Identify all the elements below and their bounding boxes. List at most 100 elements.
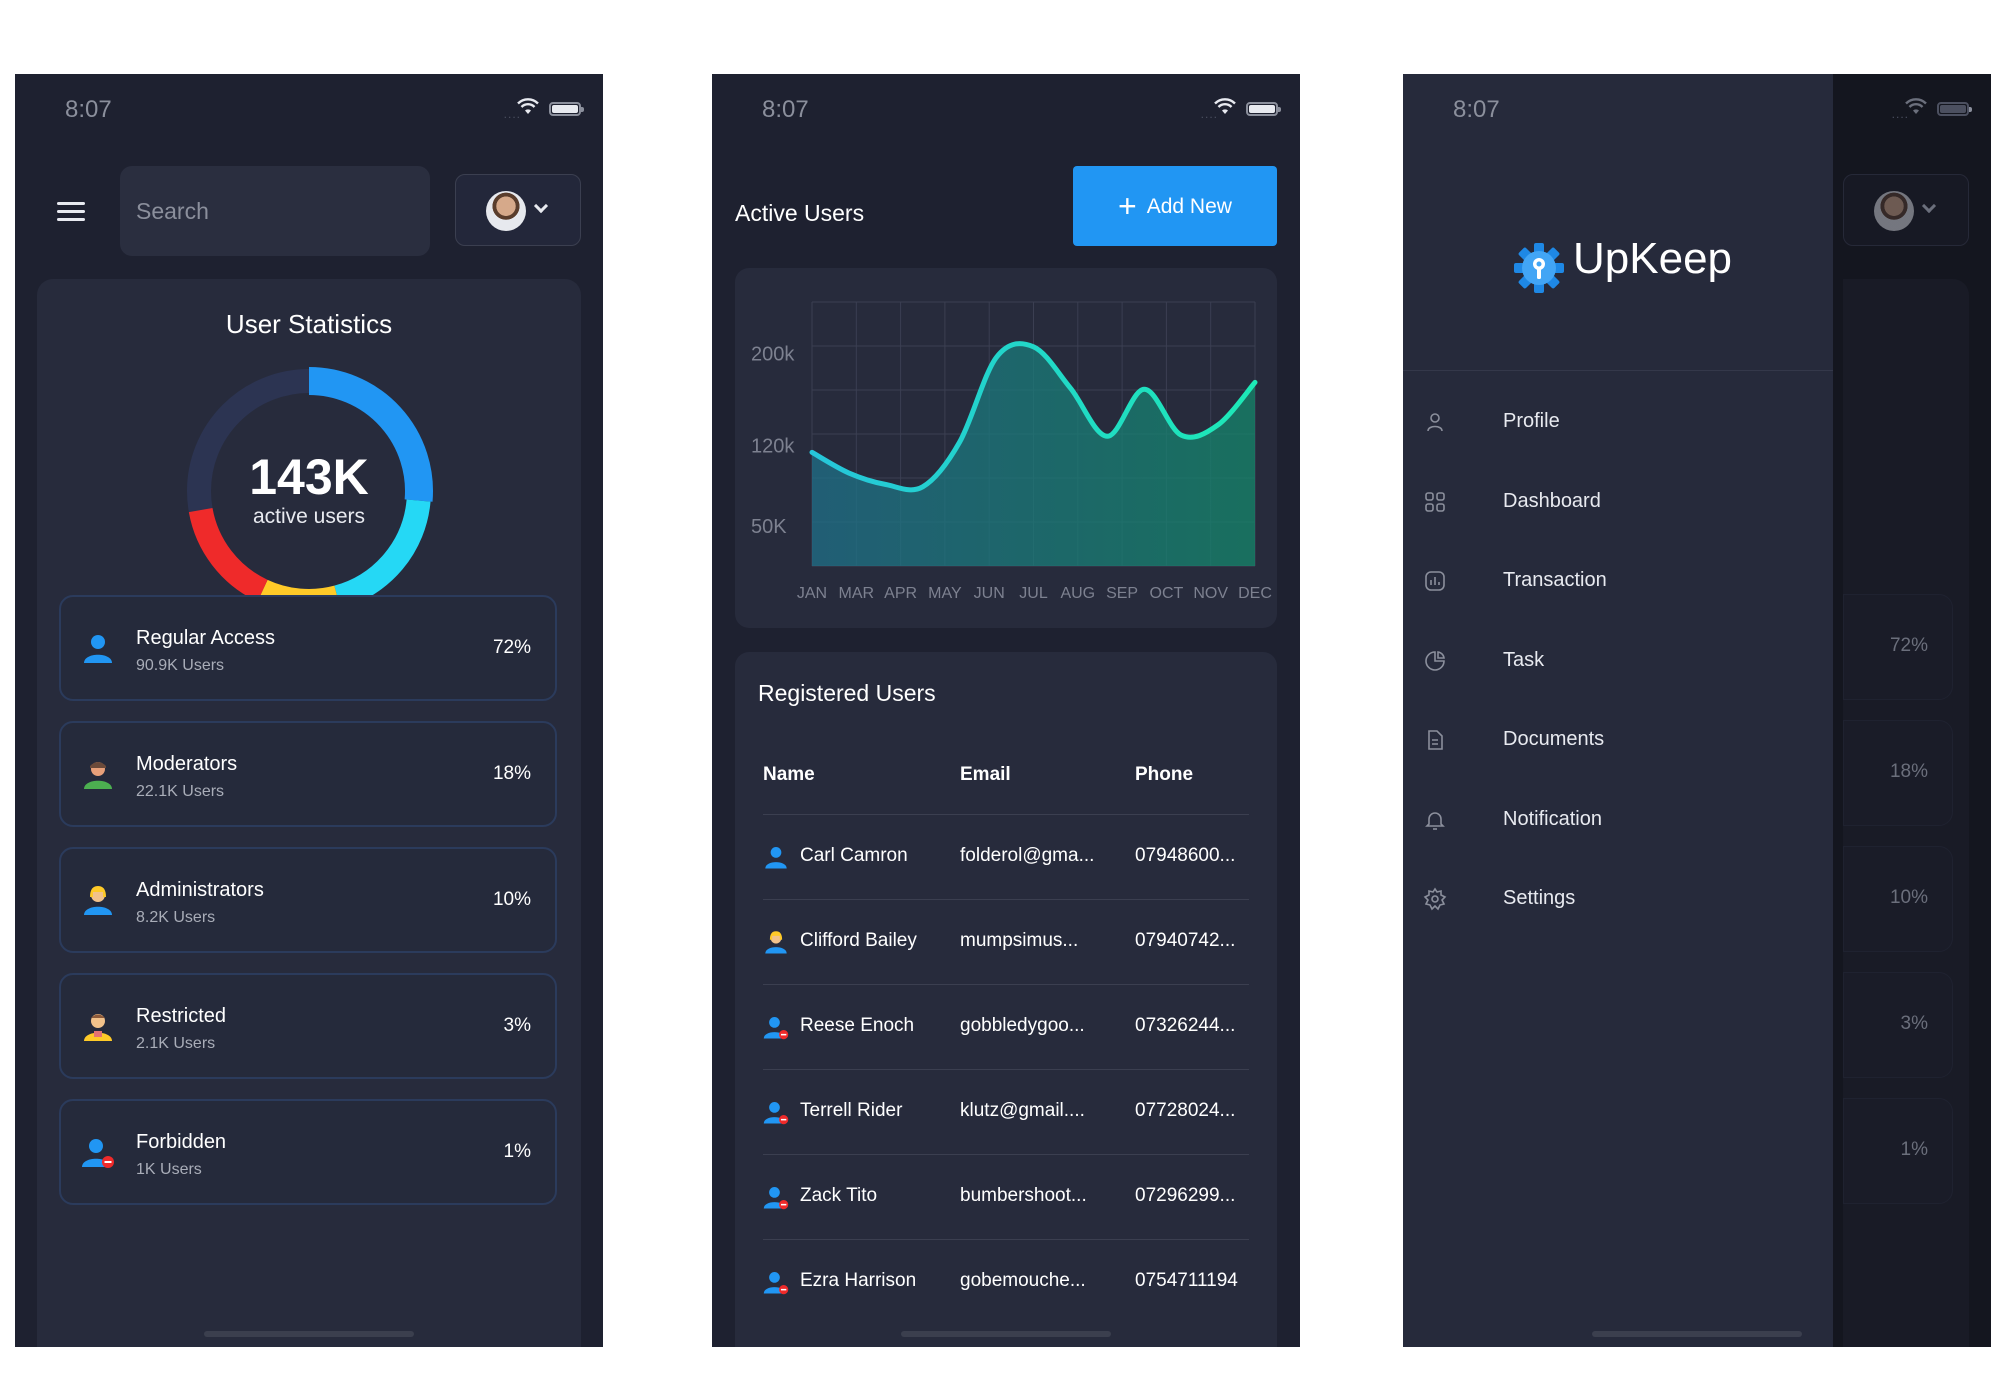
- battery-icon: [549, 102, 584, 116]
- chevron-down-icon: [1921, 198, 1937, 214]
- table-row[interactable]: Clifford Bailey mumpsimus... 07940742...: [763, 899, 1249, 984]
- dimmed-role-card: 1%: [1843, 1098, 1953, 1204]
- card-title: User Statistics: [225, 309, 393, 339]
- user-email: gobbledygoo...: [960, 1015, 1085, 1036]
- x-tick-label: AUG: [1060, 585, 1095, 602]
- role-card[interactable]: Administrators 8.2K Users 10%: [59, 847, 557, 953]
- nav-item-notification[interactable]: Notification: [1403, 794, 1833, 854]
- dimmed-role-percentage: 18%: [1889, 761, 1928, 782]
- x-tick-label: JAN: [797, 585, 827, 602]
- navigation-drawer: UpKeep Profile Dashboard Transaction Task Do…: [1403, 74, 1833, 1347]
- nav-item-dashboard[interactable]: Dashboard: [1403, 476, 1833, 536]
- dashboard-icon: [1423, 490, 1447, 514]
- nav-item-settings[interactable]: Settings: [1403, 873, 1833, 933]
- role-card[interactable]: Moderators 22.1K Users 18%: [59, 721, 557, 827]
- screen-navigation-drawer: 72% 18% 10% 3% 1% UpKeep Profile Dashboard Tra…: [1403, 74, 1991, 1347]
- nav-item-label: Documents: [1503, 728, 1605, 750]
- screen-user-statistics: 8:07 .... User Statistics 143K active us…: [15, 74, 603, 1347]
- home-indicator: [1592, 1331, 1802, 1337]
- x-tick-label: SEP: [1106, 585, 1138, 602]
- user-email: gobemouche...: [960, 1270, 1086, 1291]
- role-user-count: 90.9K Users: [136, 657, 225, 674]
- dimmed-role-card: 18%: [1843, 720, 1953, 826]
- x-tick-label: MAY: [928, 585, 962, 602]
- role-user-count: 8.2K Users: [136, 909, 216, 926]
- user-icon: [763, 844, 789, 870]
- status-time: 8:07: [762, 96, 809, 123]
- nav-item-task[interactable]: Task: [1403, 635, 1833, 695]
- dimmed-role-percentage: 1%: [1900, 1139, 1928, 1160]
- user-phone: 07940742...: [1135, 930, 1236, 951]
- forbidden-user-icon: [763, 1099, 789, 1125]
- plus-icon: +: [1118, 187, 1137, 224]
- battery-icon: [1937, 102, 1972, 116]
- table-row[interactable]: Reese Enoch gobbledygoo... 07326244...: [763, 984, 1249, 1069]
- dimmed-role-card: 3%: [1843, 972, 1953, 1078]
- nav-item-documents[interactable]: Documents: [1403, 714, 1833, 774]
- admin-icon: [81, 883, 115, 917]
- donut-center: 143K active users: [179, 449, 439, 529]
- active-users-chart: 200k 120k 50K JAN MAR APR MAY JUN JUL AUG SEP OCT NO…: [751, 301, 1272, 602]
- area-fill: [812, 343, 1255, 566]
- search-input[interactable]: [120, 166, 430, 256]
- role-name: Moderators: [136, 753, 238, 775]
- user-phone: 07326244...: [1135, 1015, 1236, 1036]
- dimmed-role-card: 72%: [1843, 594, 1953, 700]
- user-phone: 07296299...: [1135, 1185, 1236, 1206]
- table-row[interactable]: Ezra Harrison gobemouche... 0754711194: [763, 1239, 1249, 1324]
- column-header-email[interactable]: Email: [960, 764, 1011, 786]
- task-icon: [1423, 649, 1447, 673]
- user-name: Zack Tito: [800, 1185, 878, 1206]
- role-user-count: 2.1K Users: [136, 1035, 216, 1052]
- menu-icon[interactable]: [57, 202, 85, 224]
- user-phone: 07728024...: [1135, 1100, 1236, 1121]
- status-bar: 8:07 ....: [712, 96, 1300, 126]
- column-header-name[interactable]: Name: [763, 764, 815, 786]
- settings-icon: [1423, 887, 1447, 911]
- user-email: mumpsimus...: [960, 930, 1079, 951]
- wifi-icon: [1905, 98, 1927, 114]
- active-users-chart-card: 200k 120k 50K JAN MAR APR MAY JUN JUL AUG SEP OCT NO…: [735, 268, 1277, 628]
- forbidden-user-icon: [81, 1135, 115, 1169]
- total-active-users-label: active users: [252, 505, 366, 528]
- nav-item-label: Profile: [1503, 410, 1560, 432]
- profile-icon: [1423, 410, 1447, 434]
- x-tick-label: JUL: [1019, 585, 1048, 602]
- nav-item-label: Notification: [1503, 807, 1602, 830]
- table-row[interactable]: Carl Camron folderol@gma... 07948600...: [763, 814, 1249, 899]
- forbidden-user-icon: [763, 1269, 789, 1295]
- role-name: Administrators: [136, 879, 264, 901]
- logo-text: UpKeep: [1573, 234, 1733, 283]
- y-tick-label: 200k: [751, 344, 795, 366]
- table-row[interactable]: Zack Tito bumbershoot... 07296299...: [763, 1154, 1249, 1239]
- status-time: 8:07: [65, 96, 112, 123]
- status-time: 8:07: [1453, 96, 1500, 123]
- wifi-icon: [1214, 98, 1236, 114]
- dimmed-role-percentage: 10%: [1889, 887, 1928, 908]
- forbidden-user-icon: [763, 1014, 789, 1040]
- screen-active-users: 8:07 .... Active Users + Add New 200k 120k…: [712, 74, 1300, 1347]
- role-name: Regular Access: [136, 627, 275, 649]
- registered-users-card: Registered Users Name Email Phone Carl C…: [735, 652, 1277, 1347]
- role-percentage: 10%: [492, 889, 531, 910]
- column-header-phone[interactable]: Phone: [1135, 764, 1193, 786]
- role-card[interactable]: Restricted 2.1K Users 3%: [59, 973, 557, 1079]
- role-percentage: 18%: [492, 763, 531, 784]
- gear-logo-icon: [1514, 243, 1564, 293]
- dimmed-role-card: 10%: [1843, 846, 1953, 952]
- forbidden-user-icon: [763, 1184, 789, 1210]
- add-new-button[interactable]: + Add New: [1073, 166, 1277, 246]
- nav-item-transaction[interactable]: Transaction: [1403, 555, 1833, 615]
- nav-item-profile[interactable]: Profile: [1403, 396, 1833, 456]
- moderator-icon: [81, 757, 115, 791]
- user-menu-button[interactable]: [455, 174, 581, 246]
- role-percentage: 1%: [503, 1141, 531, 1162]
- y-tick-label: 50K: [751, 516, 787, 538]
- user-name: Ezra Harrison: [800, 1270, 917, 1291]
- role-card[interactable]: Forbidden 1K Users 1%: [59, 1099, 557, 1205]
- avatar: [486, 191, 526, 231]
- table-row[interactable]: Terrell Rider klutz@gmail.... 07728024...: [763, 1069, 1249, 1154]
- add-new-label: Add New: [1146, 194, 1232, 218]
- role-card[interactable]: Regular Access 90.9K Users 72%: [59, 595, 557, 701]
- x-tick-label: MAR: [839, 585, 875, 602]
